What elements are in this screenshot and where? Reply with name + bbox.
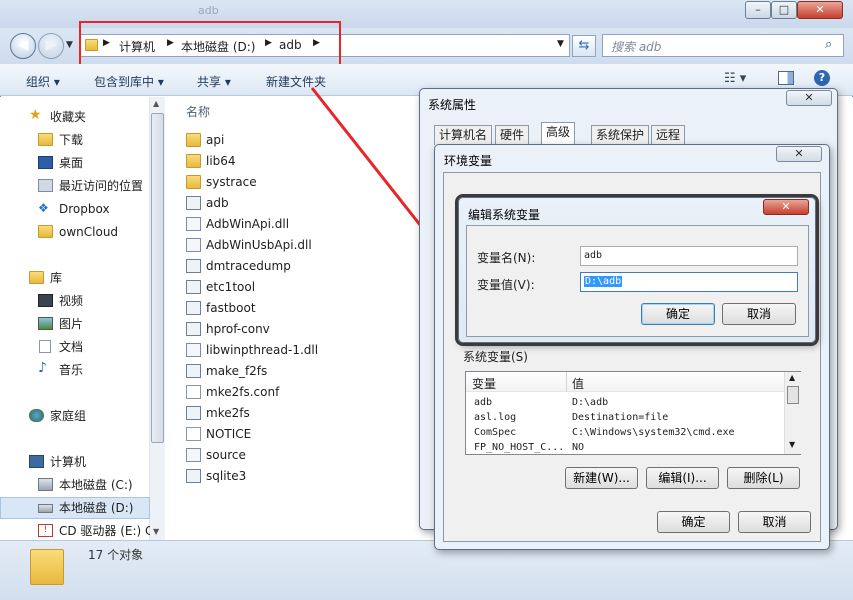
- scrollbar-thumb[interactable]: [787, 386, 799, 404]
- new-variable-button[interactable]: 新建(W)...: [565, 467, 638, 489]
- system-variables-label: 系统变量(S): [463, 350, 528, 364]
- tab-system-protection[interactable]: 系统保护: [591, 125, 650, 145]
- tab-advanced[interactable]: 高级: [541, 122, 576, 145]
- variable-name: FP_NO_HOST_C...: [474, 442, 565, 453]
- column-header-value[interactable]: 值: [572, 375, 584, 392]
- variable-row[interactable]: ComSpec C:\Windows\system32\cmd.exe: [467, 425, 785, 440]
- edit-variable-button[interactable]: 编辑(I)...: [646, 467, 719, 489]
- tab-hardware[interactable]: 硬件: [495, 125, 530, 145]
- tab-computer-name[interactable]: 计算机名: [434, 125, 493, 145]
- variable-name: asl.log: [474, 412, 517, 423]
- edit-variable-cancel-button[interactable]: 取消: [722, 303, 796, 325]
- variable-name-label: 变量名(N):: [477, 251, 536, 265]
- variable-name-field[interactable]: adb: [580, 246, 798, 266]
- envvars-close-button[interactable]: ✕: [776, 146, 822, 162]
- variable-name: ComSpec: [474, 427, 517, 438]
- envvars-ok-button[interactable]: 确定: [657, 511, 730, 533]
- variable-value-label: 变量值(V):: [477, 278, 535, 292]
- variable-name: adb: [474, 397, 493, 408]
- delete-variable-button[interactable]: 删除(L): [727, 467, 800, 489]
- close-icon: ✕: [781, 200, 791, 213]
- edit-variable-ok-button[interactable]: 确定: [641, 303, 715, 325]
- tab-remote[interactable]: 远程: [651, 125, 686, 145]
- scroll-up-icon[interactable]: ▲: [789, 373, 795, 382]
- variable-value: D:\adb: [572, 397, 609, 408]
- variable-row[interactable]: asl.log Destination=file: [467, 410, 785, 425]
- close-icon: ✕: [794, 147, 804, 160]
- close-icon: ✕: [804, 91, 814, 104]
- variable-value: NO: [572, 442, 585, 453]
- variable-row[interactable]: adb D:\adb: [467, 395, 785, 410]
- column-header-variable[interactable]: 变量: [472, 375, 496, 392]
- variable-row[interactable]: FP_NO_HOST_C... NO: [467, 440, 785, 455]
- variable-value-field[interactable]: D:\adb: [580, 272, 798, 292]
- environment-variables-title: 环境变量: [444, 154, 493, 168]
- scroll-down-icon[interactable]: ▼: [789, 440, 795, 449]
- system-properties-title: 系统属性: [428, 98, 477, 112]
- edit-variable-title: 编辑系统变量: [468, 208, 541, 222]
- edit-variable-close-button[interactable]: ✕: [763, 199, 809, 215]
- list-header: 变量 值: [466, 372, 784, 392]
- variable-value: C:\Windows\system32\cmd.exe: [572, 427, 735, 438]
- list-scrollbar[interactable]: ▲ ▼: [784, 372, 801, 454]
- selected-value-text: D:\adb: [584, 276, 623, 287]
- column-divider: [566, 372, 567, 392]
- sysprops-close-button[interactable]: ✕: [786, 90, 832, 106]
- envvars-cancel-button[interactable]: 取消: [738, 511, 811, 533]
- variable-value: Destination=file: [572, 412, 669, 423]
